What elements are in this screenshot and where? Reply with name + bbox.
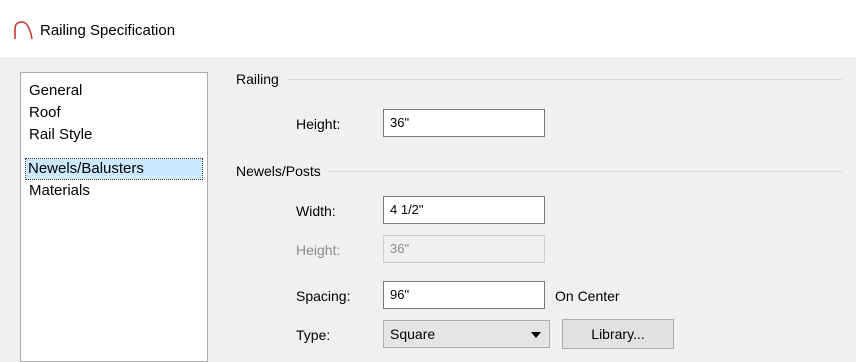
- sidebar-item-newels-balusters[interactable]: Newels/Balusters: [25, 158, 203, 180]
- sidebar-item-general[interactable]: General: [27, 81, 84, 101]
- newel-spacing-label: Spacing:: [296, 288, 351, 304]
- railing-height-label: Height:: [296, 116, 341, 132]
- chevron-down-icon: [531, 332, 541, 338]
- title-bar: Railing Specification: [0, 0, 856, 59]
- category-list[interactable]: General Roof Rail Style Newels/Balusters…: [20, 72, 208, 362]
- railing-arc-icon: [14, 21, 33, 40]
- window-title: Railing Specification: [40, 22, 176, 39]
- newel-type-value: Square: [390, 326, 436, 342]
- newel-type-select[interactable]: Square: [383, 320, 550, 348]
- newel-height-label: Height:: [296, 242, 341, 258]
- sidebar-item-materials[interactable]: Materials: [27, 181, 92, 201]
- railing-group-title: Railing: [236, 71, 287, 87]
- library-button[interactable]: Library...: [562, 319, 674, 349]
- railing-group-divider: [236, 79, 842, 80]
- newel-width-label: Width:: [296, 203, 336, 219]
- sidebar-item-rail-style[interactable]: Rail Style: [27, 125, 94, 145]
- newels-group-title: Newels/Posts: [236, 163, 329, 179]
- newel-type-label: Type:: [296, 327, 331, 343]
- spacing-on-center-label: On Center: [555, 288, 620, 304]
- newel-width-input[interactable]: 4 1/2": [383, 196, 545, 224]
- railing-height-input[interactable]: 36": [383, 109, 545, 137]
- newel-height-input: 36": [383, 235, 545, 263]
- sidebar-item-roof[interactable]: Roof: [27, 103, 63, 123]
- newel-spacing-input[interactable]: 96": [383, 281, 545, 309]
